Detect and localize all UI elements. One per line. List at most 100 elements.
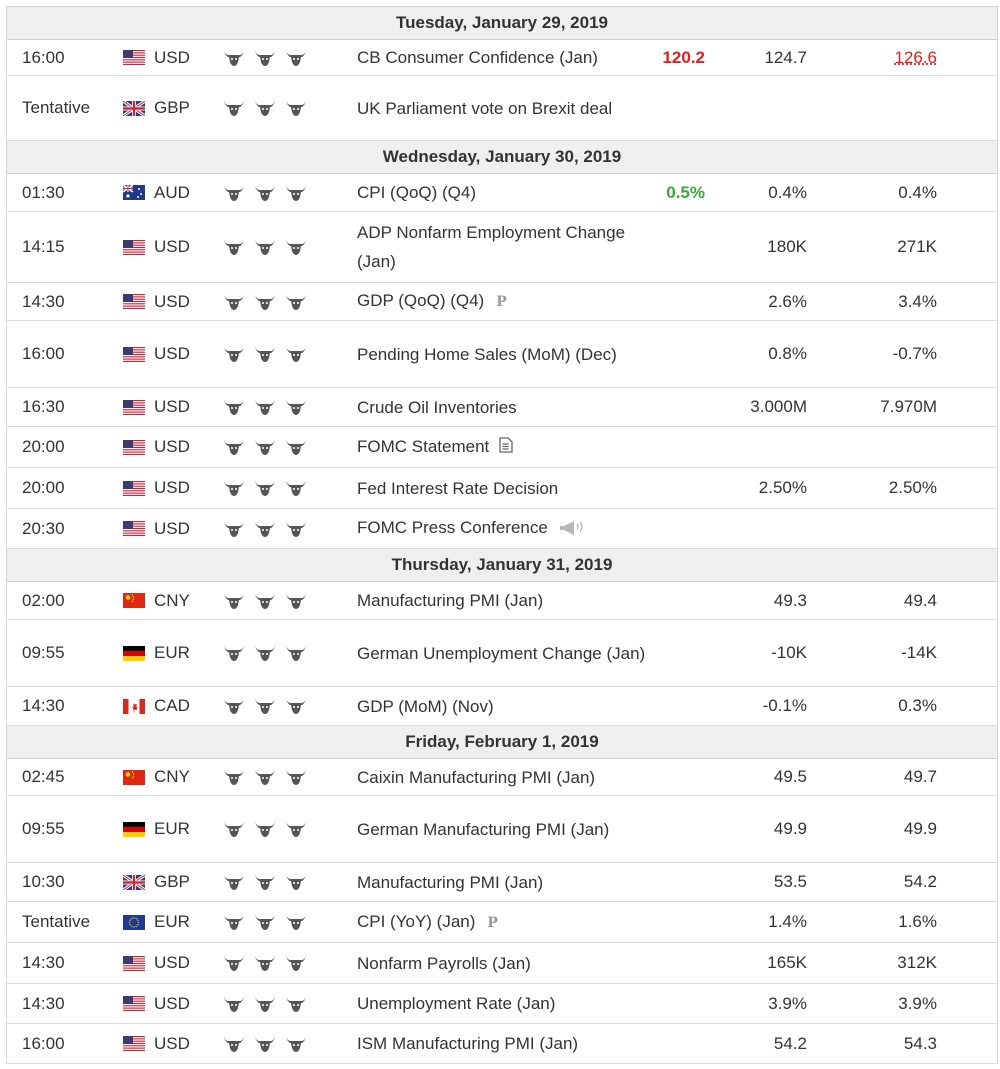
currency-code: EUR (154, 819, 190, 838)
event-name[interactable]: CPI (QoQ) (Q4) (357, 178, 476, 207)
event-name-cell[interactable]: German Unemployment Change (Jan) (357, 620, 647, 686)
actual-value (647, 76, 705, 140)
event-name-cell[interactable]: FOMC Press Conference (357, 509, 647, 548)
event-row[interactable]: 14:30 USD GDP (QoQ) (Q4) P 2.6% 3.4% (7, 283, 997, 321)
event-name-cell[interactable]: Unemployment Rate (Jan) (357, 984, 647, 1023)
previous-value: 1.6% (847, 902, 937, 942)
event-row[interactable]: 14:30 CAD GDP (MoM) (Nov) -0.1% 0.3% (7, 687, 997, 726)
previous-value-text: 54.3 (903, 1033, 937, 1053)
event-name[interactable]: Caixin Manufacturing PMI (Jan) (357, 763, 595, 792)
event-name-cell[interactable]: ADP Nonfarm Employment Change (Jan) (357, 212, 647, 282)
bull-icon (285, 520, 307, 538)
event-name[interactable]: Pending Home Sales (MoM) (Dec) (357, 340, 617, 369)
event-name[interactable]: Nonfarm Payrolls (Jan) (357, 949, 531, 978)
flag-us-icon (123, 239, 145, 255)
previous-value: -14K (847, 620, 937, 686)
event-name[interactable]: ADP Nonfarm Employment Change (Jan) (357, 218, 647, 276)
bull-icon (254, 873, 276, 891)
event-row[interactable]: 09:55 EUR German Manufacturing PMI (Jan) 4… (7, 796, 997, 863)
actual-value (647, 388, 705, 426)
previous-value[interactable]: 126.6 (847, 40, 937, 75)
event-name-cell[interactable]: UK Parliament vote on Brexit deal (357, 76, 647, 140)
event-row[interactable]: Tentative EUR CPI (YoY) (Jan) P 1.4% 1.6% (7, 902, 997, 943)
event-name-cell[interactable]: GDP (MoM) (Nov) (357, 687, 647, 725)
event-row[interactable]: 14:15 USD ADP Nonfarm Employment Change (… (7, 212, 997, 283)
currency-code: CNY (154, 767, 190, 786)
event-name-cell[interactable]: Manufacturing PMI (Jan) (357, 863, 647, 901)
event-name[interactable]: Manufacturing PMI (Jan) (357, 586, 543, 615)
flag-us-icon (123, 346, 145, 362)
event-name[interactable]: GDP (MoM) (Nov) (357, 692, 494, 721)
event-name-cell[interactable]: Pending Home Sales (MoM) (Dec) (357, 321, 647, 387)
event-time: 10:30 (22, 872, 65, 891)
event-name-cell[interactable]: Crude Oil Inventories (357, 388, 647, 426)
previous-value: 54.3 (847, 1024, 937, 1063)
bull-icon (254, 520, 276, 538)
event-name[interactable]: FOMC Statement (357, 432, 513, 462)
currency-code: AUD (154, 182, 190, 202)
importance-rating (223, 796, 316, 862)
event-row[interactable]: 16:00 USD Pending Home Sales (MoM) (Dec) 0… (7, 321, 997, 388)
previous-value-text: 54.2 (903, 872, 937, 891)
event-row[interactable]: 02:00 CNY Manufacturing PMI (Jan) 49.3 49.4 (7, 582, 997, 620)
bull-icon (254, 99, 276, 117)
event-row[interactable]: 14:30 USD Nonfarm Payrolls (Jan) 165K 312K (7, 943, 997, 984)
event-name-cell[interactable]: GDP (QoQ) (Q4) P (357, 283, 647, 320)
event-name-cell[interactable]: Caixin Manufacturing PMI (Jan) (357, 759, 647, 795)
event-row[interactable]: 02:45 CNY Caixin Manufacturing PMI (Jan) 4… (7, 759, 997, 796)
event-name-cell[interactable]: German Manufacturing PMI (Jan) (357, 796, 647, 862)
actual-value (647, 863, 705, 901)
event-row[interactable]: 14:30 USD Unemployment Rate (Jan) 3.9% 3.9% (7, 984, 997, 1024)
bull-icon (254, 49, 276, 67)
flag-gb-icon (122, 99, 146, 117)
document-icon[interactable] (499, 433, 513, 462)
actual-value (647, 902, 705, 942)
event-row[interactable]: 16:30 USD Crude Oil Inventories 3.000M 7.97… (7, 388, 997, 427)
event-name[interactable]: Crude Oil Inventories (357, 393, 517, 422)
currency-cell: GBP (122, 863, 190, 901)
event-row[interactable]: 20:00 USD FOMC Statement (7, 427, 997, 468)
event-name-cell[interactable]: CPI (YoY) (Jan) P (357, 902, 647, 942)
preliminary-icon: P (496, 294, 507, 310)
forecast-value: -0.1% (762, 696, 807, 715)
currency-code: CNY (154, 590, 190, 610)
event-row[interactable]: 20:00 USD Fed Interest Rate Decision 2.50%… (7, 468, 997, 509)
importance-rating (223, 427, 316, 467)
event-row[interactable]: 16:00 USD CB Consumer Confidence (Jan) 120… (7, 40, 997, 76)
actual-value (647, 1024, 705, 1063)
event-name[interactable]: ISM Manufacturing PMI (Jan) (357, 1029, 578, 1058)
event-name[interactable]: German Unemployment Change (Jan) (357, 639, 645, 668)
event-name[interactable]: German Manufacturing PMI (Jan) (357, 815, 609, 844)
event-name[interactable]: FOMC Press Conference (357, 513, 586, 543)
event-row[interactable]: 01:30 AUD CPI (QoQ) (Q4) 0.5% 0.4% 0.4% (7, 174, 997, 212)
previous-value-text: 49.4 (903, 590, 937, 610)
event-name-cell[interactable]: Nonfarm Payrolls (Jan) (357, 943, 647, 983)
bull-icon (254, 293, 276, 311)
event-row[interactable]: 20:30 USD FOMC Press Conference (7, 509, 997, 549)
forecast-value: 54.2 (773, 1033, 807, 1053)
event-row[interactable]: 16:00 USD ISM Manufacturing PMI (Jan) 54.2… (7, 1024, 997, 1064)
event-name[interactable]: UK Parliament vote on Brexit deal (357, 94, 612, 123)
event-name[interactable]: CPI (YoY) (Jan) P (357, 907, 498, 938)
bull-icon (254, 768, 276, 786)
currency-code: EUR (154, 643, 190, 662)
event-name[interactable]: Fed Interest Rate Decision (357, 474, 558, 503)
event-name-cell[interactable]: FOMC Statement (357, 427, 647, 467)
event-name-cell[interactable]: Manufacturing PMI (Jan) (357, 582, 647, 619)
speech-icon[interactable] (558, 515, 586, 544)
event-name-cell[interactable]: CB Consumer Confidence (Jan) (357, 40, 647, 75)
event-name[interactable]: Manufacturing PMI (Jan) (357, 868, 543, 897)
event-name-cell[interactable]: CPI (QoQ) (Q4) (357, 174, 647, 211)
previous-value (847, 509, 937, 548)
flag-cn-icon (123, 769, 145, 785)
event-row[interactable]: Tentative GBP UK Parliament vote on Brex… (7, 76, 997, 141)
event-name-cell[interactable]: ISM Manufacturing PMI (Jan) (357, 1024, 647, 1063)
event-row[interactable]: 09:55 EUR German Unemployment Change (Jan… (7, 620, 997, 687)
actual-value (647, 984, 705, 1023)
event-name[interactable]: Unemployment Rate (Jan) (357, 989, 555, 1018)
event-row[interactable]: 10:30 GBP Manufacturing PMI (Jan) 53.5 54.… (7, 863, 997, 902)
event-name[interactable]: CB Consumer Confidence (Jan) (357, 43, 598, 72)
event-name[interactable]: GDP (QoQ) (Q4) P (357, 286, 507, 317)
bull-icon (223, 954, 245, 972)
event-name-cell[interactable]: Fed Interest Rate Decision (357, 468, 647, 508)
